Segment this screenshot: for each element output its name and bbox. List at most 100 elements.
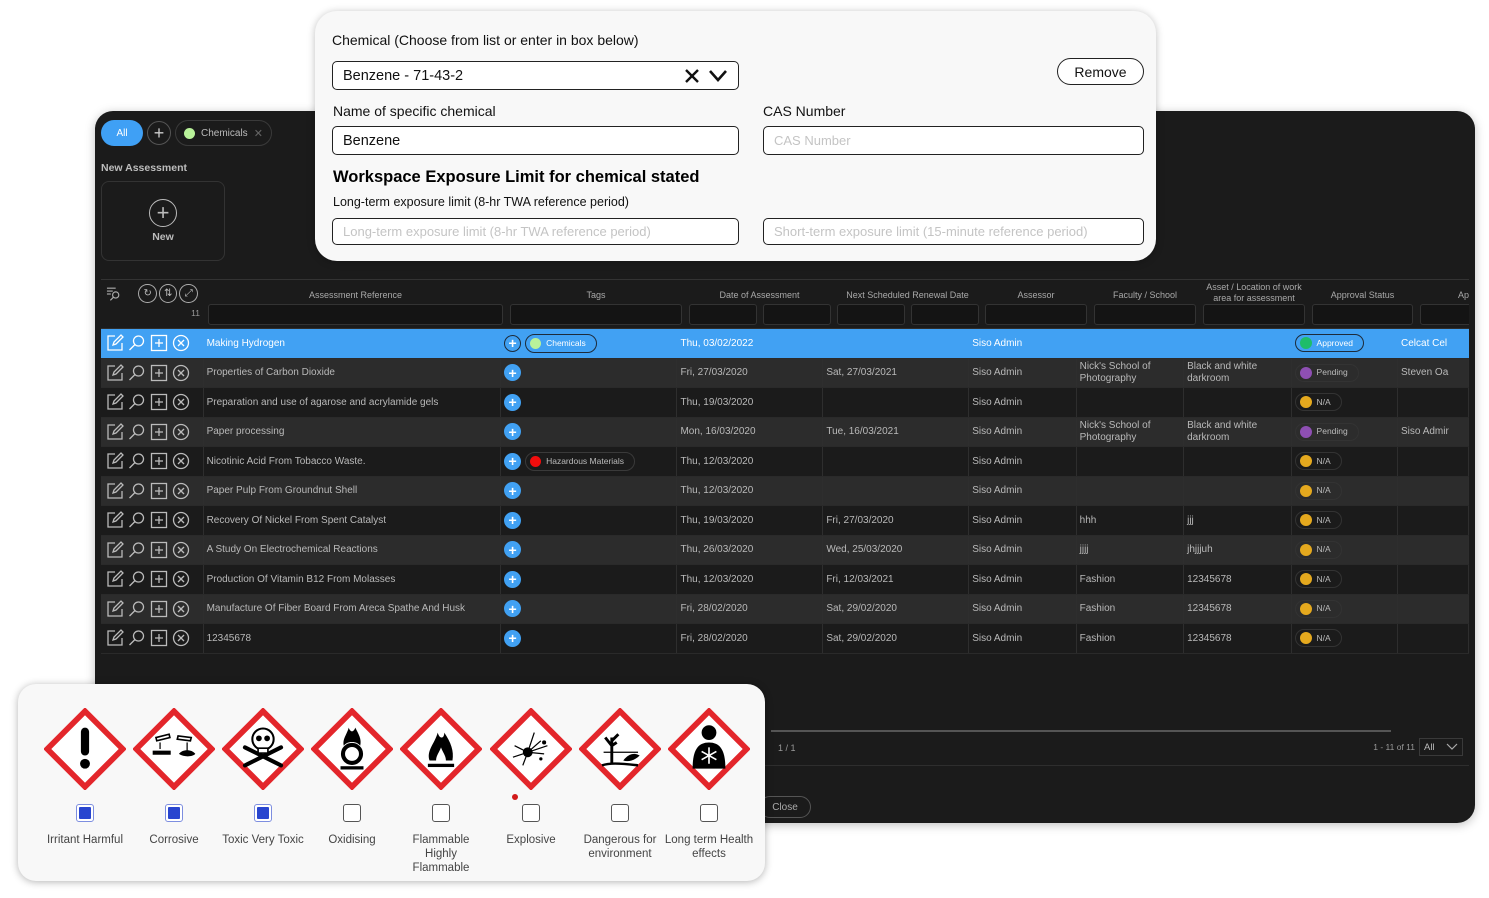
search-icon[interactable] (128, 423, 146, 441)
cell-assessment-reference[interactable]: Paper Pulp From Groundnut Shell (204, 476, 502, 505)
table-row[interactable]: Manufacture Of Fiber Board From Areca Sp… (101, 594, 1469, 624)
filter-approver[interactable] (1420, 304, 1469, 325)
add-tag-button[interactable]: + (504, 570, 522, 588)
filter-all-button[interactable]: All (101, 120, 143, 146)
add-icon[interactable] (150, 423, 168, 441)
x-icon[interactable]: ✕ (254, 127, 263, 140)
add-tag-button[interactable]: + (504, 364, 522, 382)
add-tag-button[interactable]: + (504, 541, 522, 559)
add-icon[interactable] (150, 511, 168, 529)
delete-icon[interactable] (172, 629, 190, 647)
table-row[interactable]: Production Of Vitamin B12 From Molasses +… (101, 565, 1469, 595)
add-icon[interactable] (150, 334, 168, 352)
delete-icon[interactable] (172, 482, 190, 500)
delete-icon[interactable] (172, 511, 190, 529)
add-tag-button[interactable]: + (504, 452, 522, 470)
remove-button[interactable]: Remove (1057, 58, 1144, 85)
tag-chip[interactable]: Chemicals (525, 333, 597, 353)
cell-assessment-reference[interactable]: Making Hydrogen (204, 329, 502, 358)
table-row[interactable]: A Study On Electrochemical Reactions + Thu… (101, 535, 1469, 565)
chemical-select[interactable]: Benzene - 71-43-2 (332, 61, 739, 90)
cell-assessment-reference[interactable]: Paper processing (204, 417, 502, 446)
cell-assessment-reference[interactable]: Recovery Of Nickel From Spent Catalyst (204, 506, 502, 535)
cell-assessment-reference[interactable]: 12345678 (204, 624, 502, 653)
table-row[interactable]: Paper Pulp From Groundnut Shell + Thu, 12/… (101, 476, 1469, 506)
edit-icon[interactable] (106, 481, 124, 500)
table-row[interactable]: Recovery Of Nickel From Spent Catalyst + T… (101, 506, 1469, 536)
filter-tag-chemicals[interactable]: Chemicals ✕ (175, 120, 272, 146)
search-icon[interactable] (128, 629, 146, 647)
table-row[interactable]: Paper processing + Mon, 16/03/2020 Tue, 16/… (101, 417, 1469, 447)
cell-assessment-reference[interactable]: Preparation and use of agarose and acryl… (204, 388, 502, 417)
delete-icon[interactable] (172, 364, 190, 382)
hazard-checkbox[interactable] (76, 804, 94, 822)
col-renewal-date[interactable]: Next Scheduled Renewal Date (834, 280, 982, 328)
filter-renewal-from[interactable] (837, 304, 905, 325)
add-icon[interactable] (150, 600, 168, 618)
cell-assessment-reference[interactable]: Production Of Vitamin B12 From Molasses (204, 565, 502, 594)
hazard-checkbox[interactable] (254, 804, 272, 822)
col-approver[interactable]: App (1417, 280, 1469, 328)
add-tag-button[interactable]: + (504, 334, 522, 352)
table-row[interactable]: Properties of Carbon Dioxide + Fri, 27/03/… (101, 358, 1469, 388)
add-tag-button[interactable]: + (504, 600, 522, 618)
edit-icon[interactable] (106, 363, 124, 382)
search-icon[interactable] (128, 334, 146, 352)
cas-number-input[interactable]: CAS Number (763, 126, 1144, 155)
edit-icon[interactable] (106, 393, 124, 411)
edit-icon[interactable] (106, 629, 124, 647)
search-icon[interactable] (128, 600, 146, 618)
filter-faculty[interactable] (1094, 304, 1196, 325)
close-button[interactable]: Close (759, 796, 811, 818)
hazard-checkbox[interactable] (343, 804, 361, 822)
edit-icon[interactable] (106, 540, 124, 559)
col-location[interactable]: Asset / Location of work area for assess… (1200, 280, 1309, 328)
clear-icon[interactable] (684, 68, 700, 84)
delete-icon[interactable] (172, 334, 190, 352)
expand-icon[interactable]: ⤢ (179, 284, 198, 303)
add-tag-button[interactable]: + (504, 482, 522, 500)
col-assessor[interactable]: Assessor (982, 280, 1091, 328)
add-icon[interactable] (150, 393, 168, 411)
hazard-checkbox[interactable] (165, 804, 183, 822)
search-icon[interactable] (128, 364, 146, 382)
horizontal-scrollbar[interactable] (771, 730, 1391, 732)
filter-date-from[interactable] (689, 304, 757, 325)
add-filter-button[interactable]: + (147, 121, 171, 145)
tag-chip[interactable]: Hazardous Materials (525, 451, 636, 471)
cell-assessment-reference[interactable]: Nicotinic Acid From Tobacco Waste. (204, 447, 502, 476)
add-tag-button[interactable]: + (504, 423, 522, 441)
search-icon[interactable] (128, 541, 146, 559)
delete-icon[interactable] (172, 570, 190, 588)
hazard-checkbox[interactable] (522, 804, 540, 822)
search-icon[interactable] (128, 511, 146, 529)
chevron-down-icon[interactable] (708, 69, 728, 83)
add-tag-button[interactable]: + (504, 629, 522, 647)
col-date-of-assessment[interactable]: Date of Assessment (686, 280, 834, 328)
add-icon[interactable] (150, 364, 168, 382)
add-icon[interactable] (150, 452, 168, 470)
table-row[interactable]: Nicotinic Acid From Tobacco Waste. + Hazar… (101, 447, 1469, 477)
delete-icon[interactable] (172, 393, 190, 411)
add-icon[interactable] (150, 541, 168, 559)
filter-tags[interactable] (510, 304, 682, 325)
search-icon[interactable] (128, 452, 146, 470)
filter-location[interactable] (1203, 304, 1305, 325)
search-icon[interactable] (128, 570, 146, 588)
hazard-checkbox[interactable] (700, 804, 718, 822)
delete-icon[interactable] (172, 452, 190, 470)
edit-icon[interactable] (106, 452, 124, 470)
filter-search-icon[interactable] (105, 285, 122, 303)
cell-assessment-reference[interactable]: Properties of Carbon Dioxide (204, 358, 502, 387)
add-icon[interactable] (150, 570, 168, 588)
filter-approval-status[interactable] (1312, 304, 1413, 325)
add-tag-button[interactable]: + (504, 511, 522, 529)
hazard-checkbox[interactable] (432, 804, 450, 822)
delete-icon[interactable] (172, 423, 190, 441)
long-term-limit-input[interactable]: Long-term exposure limit (8-hr TWA refer… (332, 218, 739, 245)
table-row[interactable]: Making Hydrogen + Chemicals Thu, 03/02/2022… (101, 329, 1469, 359)
edit-icon[interactable] (106, 599, 124, 618)
edit-icon[interactable] (106, 334, 124, 352)
hazard-checkbox[interactable] (611, 804, 629, 822)
col-approval-status[interactable]: Approval Status (1309, 280, 1417, 328)
